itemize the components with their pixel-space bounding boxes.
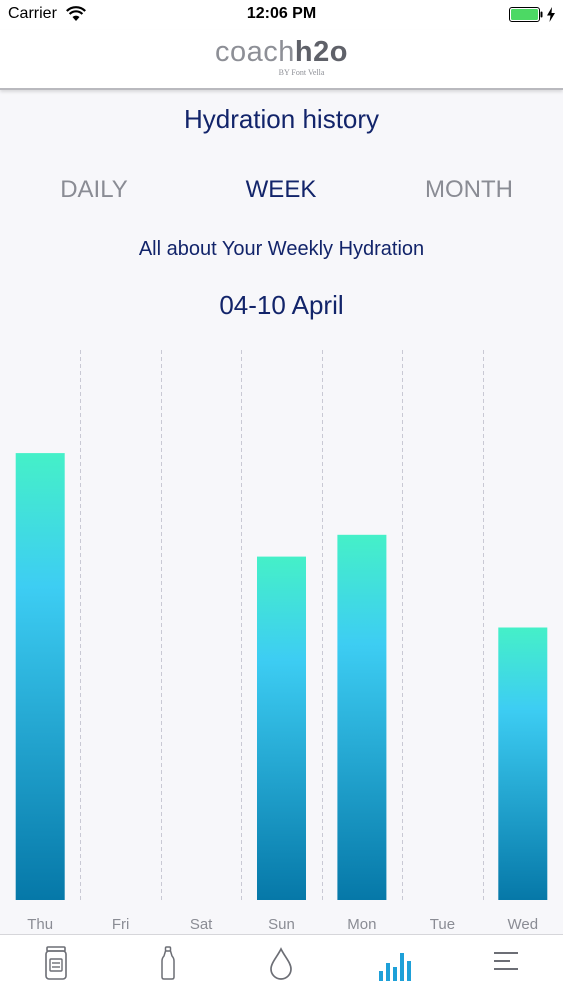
x-tick-label-sun: Sun — [268, 916, 295, 933]
battery-icon — [509, 7, 543, 22]
tab-bar-item-drop[interactable] — [225, 935, 337, 1000]
tab-bar-item-bottle[interactable] — [112, 935, 224, 1000]
bar-mon — [337, 534, 387, 900]
x-tick-label-tue: Tue — [430, 916, 455, 933]
period-tabs: DAILY WEEK MONTH — [0, 176, 563, 210]
charging-bolt-icon — [547, 7, 555, 22]
app-screen: Carrier 12:06 PM coachh2o BY Font Vella … — [0, 0, 563, 1000]
tab-bar-item-menu[interactable] — [450, 935, 562, 1000]
logo-text-bold: h2o — [294, 36, 348, 68]
water-jug-icon — [45, 946, 67, 980]
app-header: coachh2o BY Font Vella — [0, 30, 563, 90]
menu-icon — [494, 952, 518, 970]
x-tick-label-thu: Thu — [27, 916, 53, 933]
x-tick-label-sat: Sat — [190, 916, 213, 933]
chart-subtitle: All about Your Weekly Hydration — [138, 238, 425, 260]
bottom-tab-bar — [0, 934, 563, 1000]
weekly-hydration-chart: Thu Fri Sat Sun Mon Tue Wed — [15, 350, 548, 933]
tab-bar-item-history[interactable] — [337, 935, 449, 1000]
tab-month[interactable]: MONTH — [389, 176, 549, 204]
bar-chart-icon — [379, 953, 411, 981]
tab-bar-item-jug[interactable] — [0, 935, 112, 1000]
water-drop-icon — [270, 947, 292, 980]
bar-wed — [498, 627, 548, 900]
x-tick-label-fri: Fri — [112, 916, 130, 933]
status-time: 12:06 PM — [246, 5, 317, 22]
x-tick-label-wed: Wed — [508, 916, 539, 933]
app-logo: coachh2o — [0, 36, 563, 69]
logo-text-light: coach — [215, 36, 295, 68]
bottle-icon — [161, 946, 175, 980]
page-title: Hydration history — [183, 104, 380, 134]
bar-thu — [15, 453, 65, 900]
bar-sun — [257, 556, 306, 900]
date-range: 04-10 April — [219, 290, 344, 320]
tab-daily[interactable]: DAILY — [14, 176, 174, 204]
tab-week[interactable]: WEEK — [201, 176, 361, 204]
logo-subtitle: BY Font Vella — [278, 68, 325, 77]
status-bar: Carrier 12:06 PM — [0, 0, 563, 30]
x-tick-label-mon: Mon — [347, 916, 376, 933]
